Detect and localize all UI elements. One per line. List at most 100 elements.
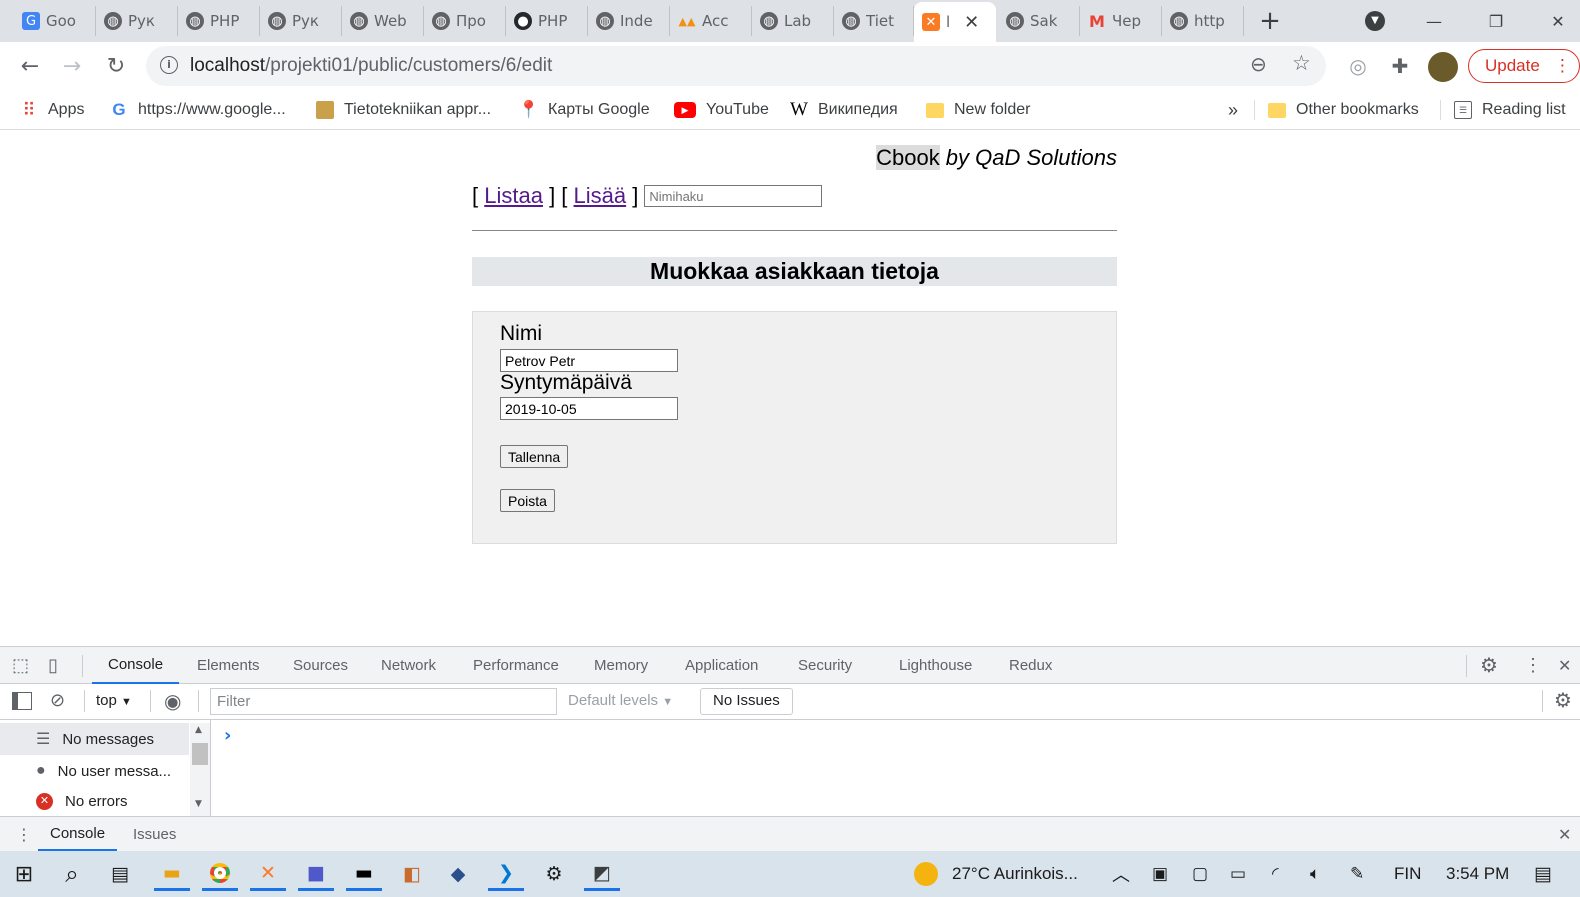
meet-icon[interactable]: ▣: [1152, 851, 1168, 897]
reading-list[interactable]: ☰ Reading list: [1454, 98, 1566, 122]
volume-icon[interactable]: 🔈︎: [1310, 851, 1320, 897]
browser-tab[interactable]: ◍ Про: [424, 6, 506, 36]
vscode-icon[interactable]: ❯: [488, 857, 524, 891]
notifications-icon[interactable]: ▤: [1534, 851, 1552, 897]
avatar[interactable]: [1428, 52, 1458, 82]
add-link[interactable]: Lisää: [574, 183, 627, 209]
issues-button[interactable]: No Issues: [700, 688, 793, 715]
tab-redux[interactable]: Redux: [1009, 647, 1052, 684]
tab-network[interactable]: Network: [381, 647, 436, 684]
name-search-input[interactable]: [644, 185, 823, 207]
teams-icon[interactable]: ■: [298, 857, 334, 891]
app-icon[interactable]: ◧: [394, 857, 430, 891]
tray-chevron-icon[interactable]: ︿: [1112, 851, 1130, 897]
file-explorer-icon[interactable]: ▬: [154, 857, 190, 891]
list-link[interactable]: Listaa: [484, 183, 543, 209]
battery-icon[interactable]: ▭: [1230, 851, 1246, 897]
browser-tab[interactable]: M Чер: [1080, 6, 1162, 36]
sidebar-item-errors[interactable]: ✕ No errors: [0, 787, 189, 816]
save-button[interactable]: Tallenna: [500, 445, 569, 468]
tab-performance[interactable]: Performance: [473, 647, 559, 684]
close-drawer-icon[interactable]: ✕: [1558, 825, 1571, 844]
birthday-field[interactable]: [500, 397, 678, 420]
browser-tab[interactable]: ◍ Lab: [752, 6, 834, 36]
language-indicator[interactable]: FIN: [1394, 851, 1421, 897]
scroll-up-icon[interactable]: ▲: [195, 725, 202, 735]
tab-console[interactable]: Console: [92, 647, 180, 684]
tab-security[interactable]: Security: [798, 647, 852, 684]
task-view-icon[interactable]: ▤: [102, 857, 138, 891]
virtualbox-icon[interactable]: ◆: [440, 857, 476, 891]
forward-icon[interactable]: →: [56, 50, 88, 82]
browser-tab[interactable]: ▲▲ Acc: [670, 6, 752, 36]
close-tab-icon[interactable]: ✕: [964, 12, 979, 33]
sidebar-scrollbar[interactable]: ▲ ▼: [190, 723, 210, 816]
minimize-icon[interactable]: —: [1414, 6, 1454, 36]
scrollbar-thumb[interactable]: [192, 743, 208, 765]
browser-tab[interactable]: ◍ Рук: [96, 6, 178, 36]
browser-tab[interactable]: G Goo: [14, 6, 96, 36]
console-prompt[interactable]: ›: [224, 725, 231, 746]
name-field[interactable]: [500, 349, 678, 372]
sidebar-item-messages[interactable]: ☰ No messages: [0, 723, 189, 755]
scroll-down-icon[interactable]: ▼: [195, 799, 202, 809]
bookmarks-overflow-button[interactable]: »: [1228, 98, 1238, 122]
drawer-menu-icon[interactable]: ⋮: [16, 825, 32, 844]
pen-icon[interactable]: ✎: [1350, 851, 1364, 897]
sidebar-toggle-icon[interactable]: [12, 692, 32, 710]
sublime-icon[interactable]: ◩: [584, 857, 620, 891]
clear-console-icon[interactable]: ⊘: [50, 690, 65, 711]
browser-tab[interactable]: ◍ http: [1162, 6, 1244, 36]
puzzle-icon[interactable]: ✚: [1384, 50, 1416, 82]
zoom-icon[interactable]: ⊖: [1250, 52, 1267, 76]
extension-icon[interactable]: ◎: [1342, 50, 1374, 82]
windows-start-icon[interactable]: ⊞: [6, 857, 42, 891]
display-icon[interactable]: ▢: [1192, 851, 1208, 897]
console-filter-input[interactable]: [210, 688, 557, 715]
browser-tab[interactable]: ◍ Sak: [998, 6, 1080, 36]
bookmark-folder[interactable]: New folder: [926, 98, 1030, 122]
tab-lighthouse[interactable]: Lighthouse: [899, 647, 972, 684]
bookmark-apps[interactable]: ⠿ Apps: [20, 98, 84, 122]
clock[interactable]: 3:54 PM: [1446, 851, 1509, 897]
browser-tab[interactable]: ◍ Рук: [260, 6, 342, 36]
other-bookmarks[interactable]: Other bookmarks: [1268, 98, 1419, 122]
bookmark-item[interactable]: Ghttps://www.google...: [110, 98, 285, 122]
drawer-tab-issues[interactable]: Issues: [133, 817, 176, 851]
terminal-icon[interactable]: ▬: [346, 857, 382, 891]
eye-icon[interactable]: ◉: [164, 689, 181, 713]
address-bar[interactable]: i localhost/projekti01/public/customers/…: [146, 46, 1326, 86]
back-icon[interactable]: ←: [14, 50, 46, 82]
browser-tab[interactable]: ◍ Inde: [588, 6, 670, 36]
xampp-icon[interactable]: ✕: [250, 857, 286, 891]
browser-tab[interactable]: ● PHP: [506, 6, 588, 36]
restore-icon[interactable]: ❐: [1476, 6, 1516, 36]
console-settings-icon[interactable]: ⚙: [1554, 688, 1572, 712]
reload-icon[interactable]: ↻: [100, 50, 132, 82]
browser-tab-active[interactable]: ✕ l ✕: [914, 2, 996, 42]
settings-gear-icon[interactable]: ⚙: [536, 857, 572, 891]
update-button[interactable]: Update ⋮: [1468, 49, 1580, 83]
bookmark-item[interactable]: 📍 Карты Google: [518, 98, 649, 122]
tab-elements[interactable]: Elements: [197, 647, 260, 684]
search-icon[interactable]: ⌕: [54, 857, 90, 891]
chrome-icon[interactable]: [202, 857, 238, 891]
bookmark-item[interactable]: Tietotekniikan appr...: [316, 98, 491, 122]
bookmark-item[interactable]: ▶ YouTube: [674, 98, 769, 122]
close-window-icon[interactable]: ✕: [1538, 6, 1578, 36]
browser-tab[interactable]: ◍ Tiet: [834, 6, 914, 36]
browser-tab[interactable]: ◍ Web: [342, 6, 424, 36]
bookmark-star-icon[interactable]: ☆: [1292, 51, 1311, 75]
new-tab-button[interactable]: +: [1250, 6, 1290, 36]
inspect-element-icon[interactable]: ⬚: [12, 647, 29, 684]
info-icon[interactable]: i: [160, 56, 178, 74]
tab-search-icon[interactable]: ▼: [1355, 6, 1395, 36]
delete-button[interactable]: Poista: [500, 489, 555, 512]
tab-application[interactable]: Application: [685, 647, 758, 684]
tab-memory[interactable]: Memory: [594, 647, 648, 684]
browser-tab[interactable]: ◍ PHP: [178, 6, 260, 36]
settings-gear-icon[interactable]: ⚙: [1480, 647, 1498, 684]
sidebar-item-user-messages[interactable]: ● No user messa...: [0, 755, 189, 787]
log-levels-select[interactable]: Default levels ▼: [568, 692, 673, 709]
drawer-tab-console[interactable]: Console: [38, 817, 118, 851]
